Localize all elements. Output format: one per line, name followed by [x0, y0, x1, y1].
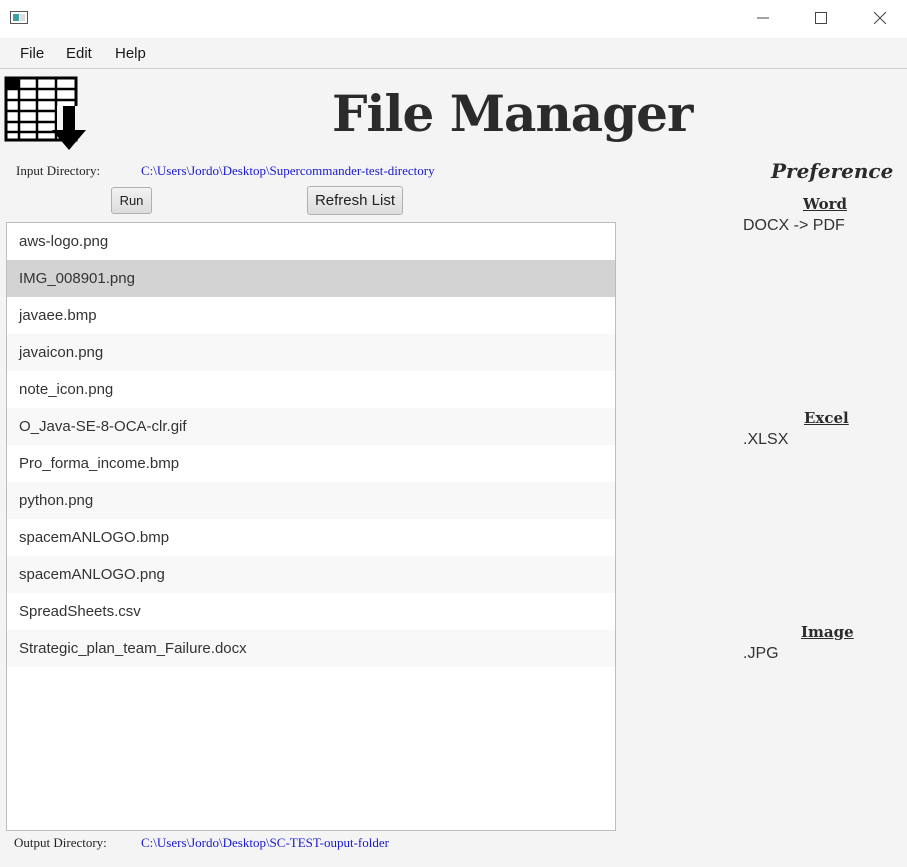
list-item[interactable]: javaicon.png [7, 334, 615, 371]
close-button[interactable] [857, 0, 903, 36]
word-heading: Word [803, 195, 848, 213]
run-button[interactable]: Run [111, 187, 152, 214]
menu-help[interactable]: Help [115, 45, 146, 62]
window-app-icon [10, 11, 28, 24]
list-item[interactable]: Strategic_plan_team_Failure.docx [7, 630, 615, 667]
main-content: File Manager Input Directory: C:\Users\J… [0, 69, 907, 867]
maximize-icon [815, 12, 827, 24]
menu-file[interactable]: File [20, 45, 44, 62]
preference-title: Preference [771, 159, 894, 183]
maximize-button[interactable] [798, 0, 844, 36]
refresh-list-button[interactable]: Refresh List [307, 186, 403, 215]
list-item[interactable]: SpreadSheets.csv [7, 593, 615, 630]
list-item[interactable]: aws-logo.png [7, 223, 615, 260]
list-item[interactable]: note_icon.png [7, 371, 615, 408]
input-directory-label: Input Directory: [16, 163, 101, 178]
image-heading: Image [801, 623, 854, 641]
excel-heading: Excel [804, 409, 849, 427]
minimize-icon [757, 17, 769, 19]
close-icon [874, 12, 886, 24]
spreadsheet-download-icon [4, 76, 86, 150]
menu-bar: File Edit Help [0, 38, 907, 69]
minimize-button[interactable] [740, 0, 786, 36]
menu-edit[interactable]: Edit [66, 45, 92, 62]
list-item[interactable]: O_Java-SE-8-OCA-clr.gif [7, 408, 615, 445]
page-title: File Manager [332, 84, 693, 143]
list-item[interactable]: Pro_forma_income.bmp [7, 445, 615, 482]
output-directory-path[interactable]: C:\Users\Jordo\Desktop\SC-TEST-ouput-fol… [141, 835, 389, 851]
input-directory-path[interactable]: C:\Users\Jordo\Desktop\Supercommander-te… [141, 163, 435, 179]
list-item[interactable]: javaee.bmp [7, 297, 615, 334]
list-item[interactable]: spacemANLOGO.png [7, 556, 615, 593]
excel-conversion-value[interactable]: .XLSX [743, 431, 788, 449]
list-item-selected[interactable]: IMG_008901.png [7, 260, 615, 297]
image-conversion-value[interactable]: .JPG [743, 645, 779, 663]
list-item[interactable]: python.png [7, 482, 615, 519]
word-conversion-value[interactable]: DOCX -> PDF [743, 217, 845, 235]
title-bar [0, 0, 907, 38]
output-directory-label: Output Directory: [14, 835, 107, 850]
file-list[interactable]: aws-logo.png IMG_008901.png javaee.bmp j… [6, 222, 616, 831]
list-item[interactable]: spacemANLOGO.bmp [7, 519, 615, 556]
